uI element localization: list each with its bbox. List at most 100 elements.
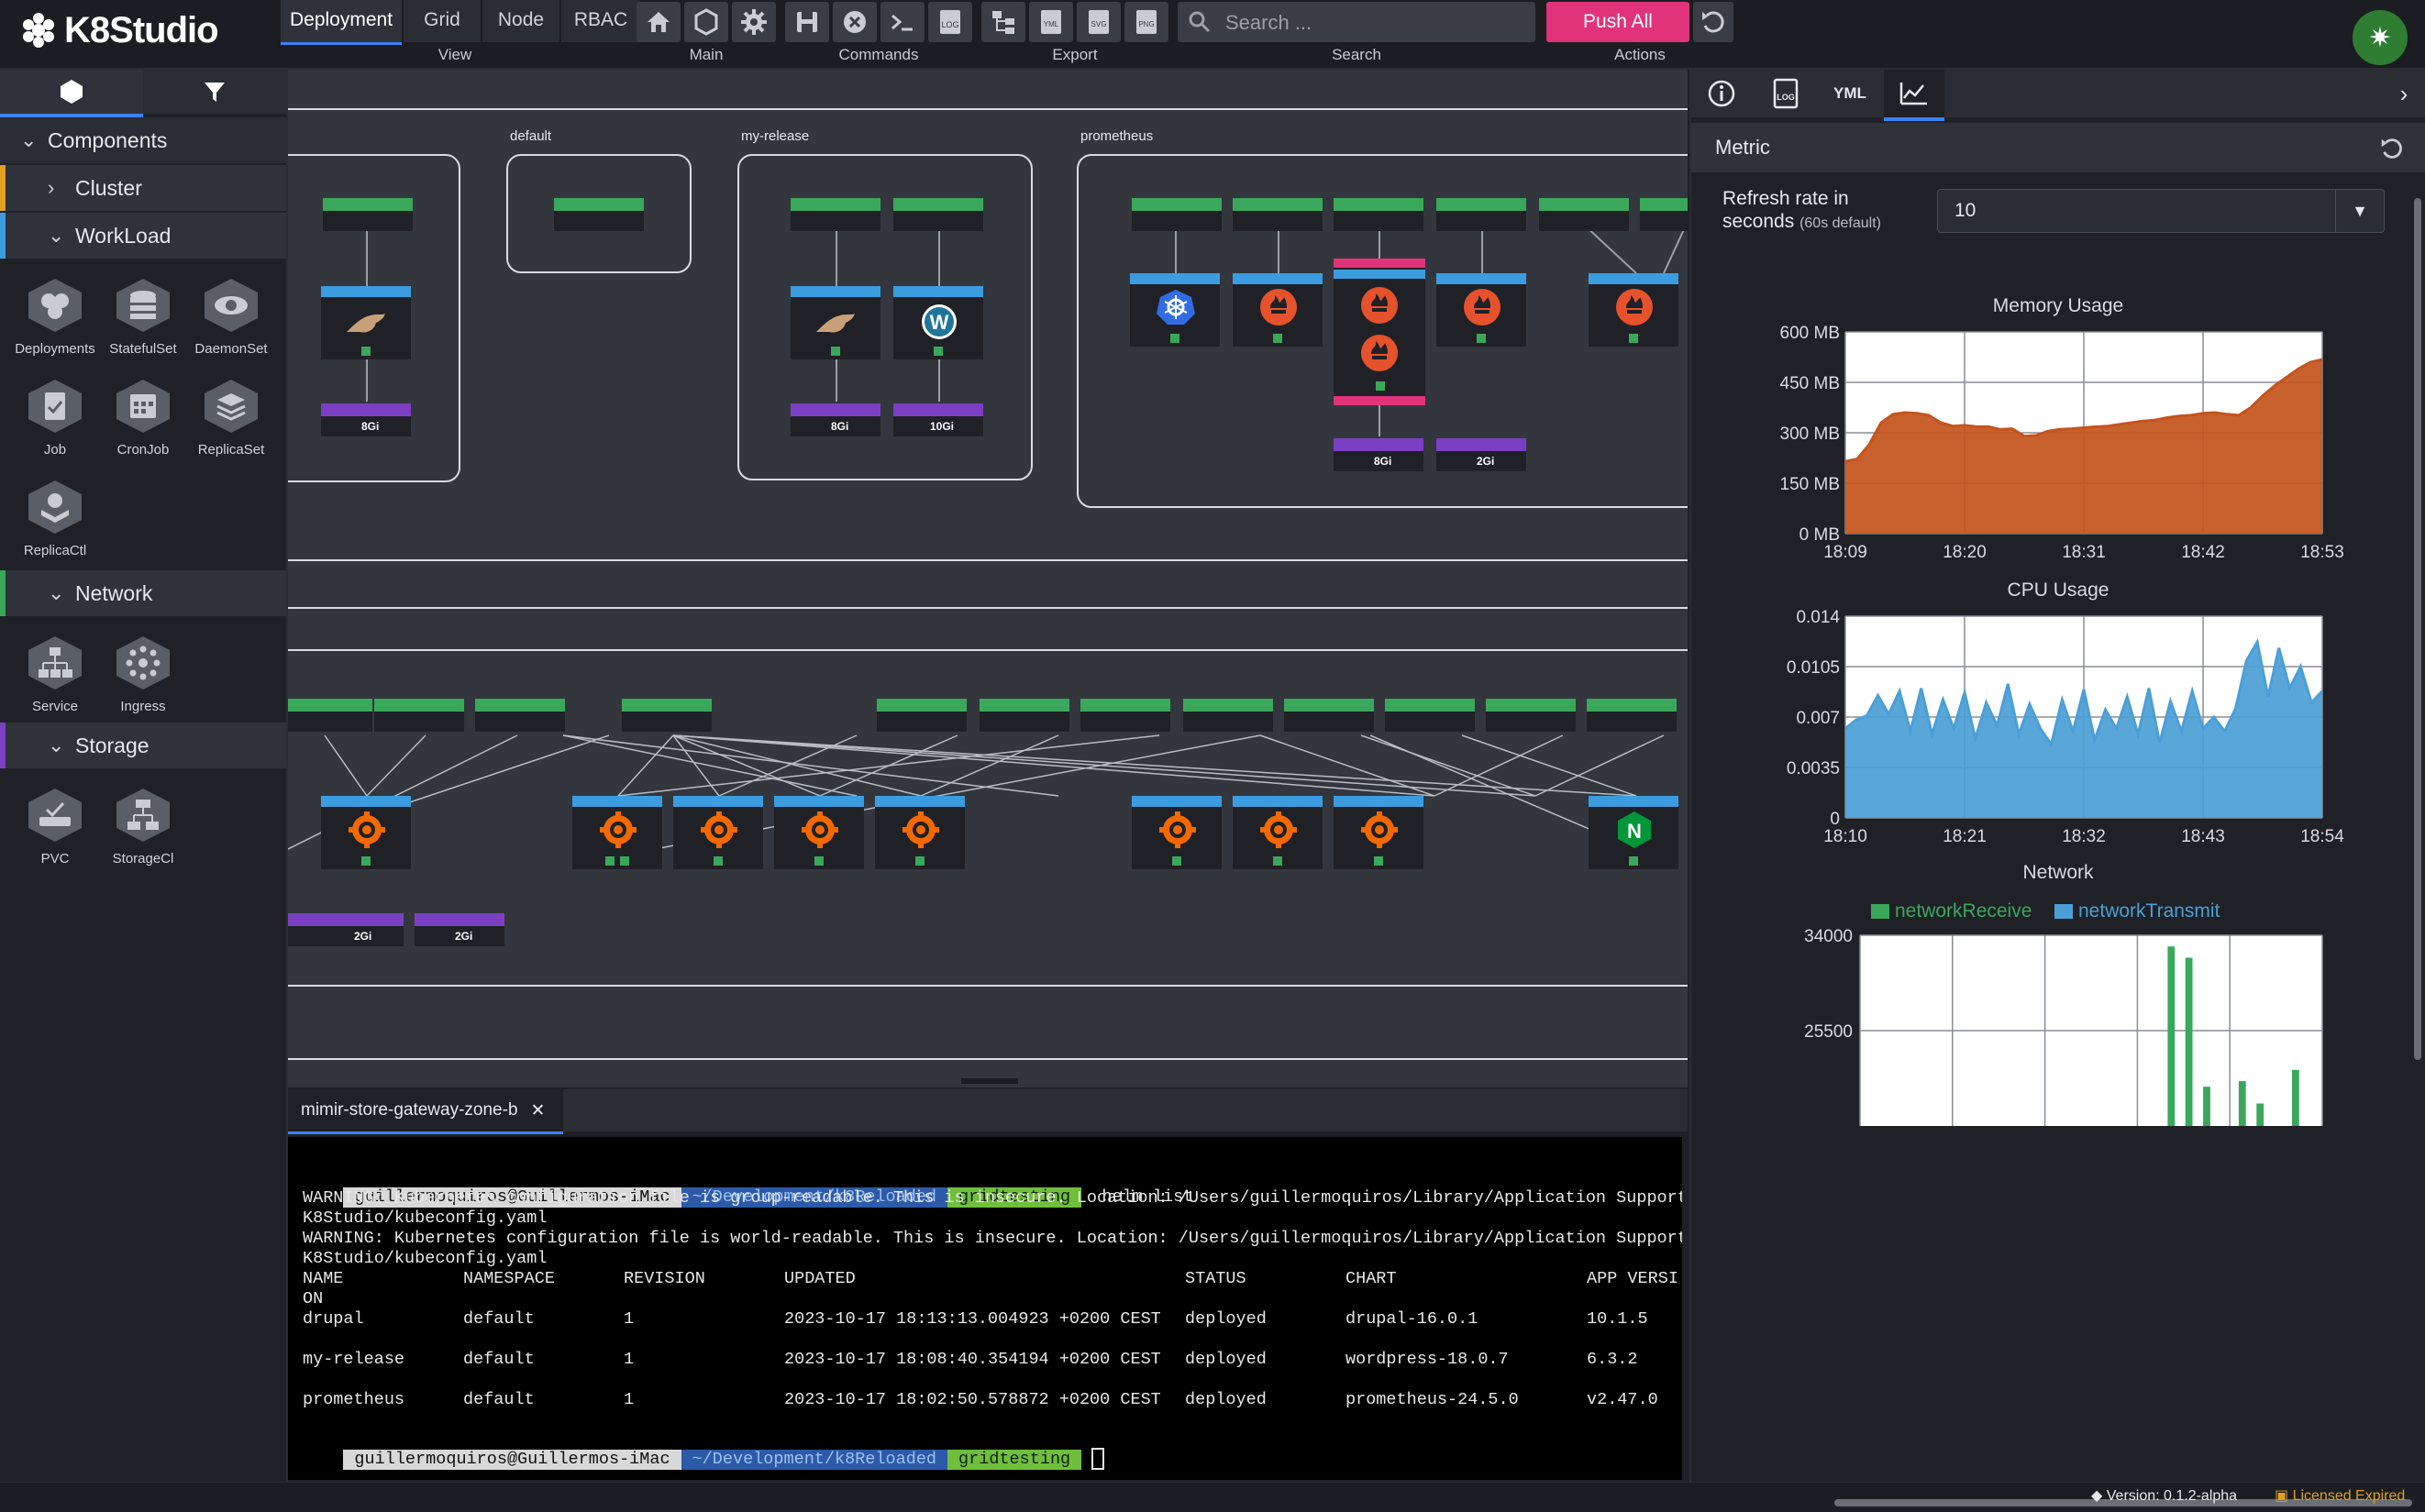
tab-metric[interactable] xyxy=(1884,70,1944,121)
tab-info[interactable] xyxy=(1691,70,1752,117)
sidebar-section-workload[interactable]: ⌄ WorkLoad xyxy=(0,213,286,259)
pod-grafana[interactable] xyxy=(875,796,965,869)
service-node[interactable] xyxy=(1539,198,1629,231)
pvc-node[interactable]: 10Gi xyxy=(893,403,983,436)
component-replicactl[interactable]: ReplicaCtl xyxy=(11,479,99,558)
component-job[interactable]: Job xyxy=(11,378,99,458)
component-deployments[interactable]: Deployments xyxy=(11,277,99,357)
sidebar-section-components[interactable]: ⌄ Components xyxy=(0,117,286,163)
export-tree-button[interactable] xyxy=(981,2,1025,42)
pod-pushgateway[interactable] xyxy=(1589,273,1678,347)
pod-drupal[interactable] xyxy=(321,286,411,359)
component-replicaset[interactable]: ReplicaSet xyxy=(187,378,275,458)
pod-alertmanager[interactable] xyxy=(1436,273,1526,347)
component-cronjob[interactable]: CronJob xyxy=(99,378,187,458)
right-panel-scrollbar[interactable] xyxy=(2414,198,2421,1060)
service-node[interactable] xyxy=(1080,699,1170,732)
service-node[interactable] xyxy=(1640,198,1688,231)
sidebar-section-cluster[interactable]: › Cluster xyxy=(0,165,286,211)
push-all-button[interactable]: Push All xyxy=(1546,2,1689,42)
settings-button[interactable] xyxy=(732,2,776,42)
pvc-node[interactable]: 8Gi xyxy=(791,403,880,436)
sidebar-tab-filter[interactable] xyxy=(143,70,286,114)
export-png-button[interactable]: PNG xyxy=(1124,2,1168,42)
service-node[interactable] xyxy=(1587,699,1677,732)
pod-grafana[interactable] xyxy=(673,796,763,869)
component-statefulset[interactable]: StatefulSet xyxy=(99,277,187,357)
service-node[interactable] xyxy=(1385,699,1475,732)
service-node[interactable] xyxy=(1132,198,1222,231)
pod-grafana[interactable] xyxy=(1334,796,1423,869)
component-pvc[interactable]: PVC xyxy=(11,787,99,866)
service-node[interactable] xyxy=(1284,699,1374,732)
pod-grafana[interactable] xyxy=(774,796,864,869)
close-icon[interactable]: ✕ xyxy=(531,1100,546,1121)
tab-grid[interactable]: Grid xyxy=(404,0,481,42)
terminal-tab[interactable]: mimir-store-gateway-zone-b ✕ xyxy=(288,1089,563,1134)
pod-prometheus-exporter[interactable] xyxy=(1233,273,1323,347)
service-node[interactable] xyxy=(475,699,565,732)
pvc-node[interactable]: 8Gi xyxy=(1334,438,1423,471)
tab-yml[interactable]: YML xyxy=(1820,70,1880,117)
log-button[interactable]: LOG xyxy=(928,2,972,42)
service-node[interactable] xyxy=(1233,198,1323,231)
tab-deployment[interactable]: Deployment xyxy=(281,0,402,45)
service-node[interactable] xyxy=(877,699,967,732)
pod-grafana[interactable] xyxy=(321,796,411,869)
pod-prometheus-server[interactable] xyxy=(1334,259,1425,405)
pod-nginx[interactable]: N xyxy=(1589,796,1678,869)
component-service[interactable]: Service xyxy=(11,635,99,714)
svg-text:YML: YML xyxy=(1044,20,1059,28)
pod-grafana[interactable] xyxy=(1233,796,1323,869)
service-node[interactable] xyxy=(980,699,1069,732)
component-ingress[interactable]: Ingress xyxy=(99,635,187,714)
home-button[interactable] xyxy=(637,2,681,42)
save-button[interactable] xyxy=(785,2,829,42)
pvc-node[interactable]: 8Gi xyxy=(321,403,411,436)
sidebar-tab-components[interactable] xyxy=(0,70,143,117)
tab-rbac[interactable]: RBAC xyxy=(561,0,640,42)
namespace-button[interactable] xyxy=(684,2,728,42)
terminal-cursor[interactable] xyxy=(1091,1448,1105,1470)
sidebar-section-network[interactable]: ⌄ Network xyxy=(0,570,286,616)
pvc-node[interactable]: 2Gi xyxy=(314,913,404,946)
pvc-node[interactable]: 2Gi xyxy=(415,913,504,946)
pvc-node[interactable]: 2Gi xyxy=(1436,438,1526,471)
pod-kube-state-metrics[interactable] xyxy=(1130,273,1220,347)
service-node[interactable] xyxy=(791,198,880,231)
pod-grafana[interactable] xyxy=(1132,796,1222,869)
service-node[interactable] xyxy=(554,198,644,231)
service-node[interactable] xyxy=(374,699,464,732)
pvc-node[interactable] xyxy=(288,913,316,946)
canvas-resize-handle[interactable] xyxy=(961,1078,1018,1084)
component-daemonset[interactable]: DaemonSet xyxy=(187,277,275,357)
component-storageclass[interactable]: StorageCl xyxy=(99,787,187,866)
service-node[interactable] xyxy=(622,699,712,732)
sidebar-section-storage[interactable]: ⌄ Storage xyxy=(0,723,286,768)
service-node[interactable] xyxy=(1334,198,1423,231)
service-node[interactable] xyxy=(288,699,372,732)
tab-node[interactable]: Node xyxy=(482,0,559,42)
terminal-button[interactable] xyxy=(880,2,925,42)
terminal-output[interactable]: guillermoquiros@Guillermos-iMac ~/Develop… xyxy=(288,1137,1682,1480)
service-node[interactable] xyxy=(893,198,983,231)
metric-refresh-button[interactable] xyxy=(2372,132,2412,165)
export-yml-button[interactable]: YML xyxy=(1029,2,1073,42)
service-node[interactable] xyxy=(323,198,413,231)
tab-log[interactable]: LOG xyxy=(1755,70,1816,117)
export-svg-button[interactable]: SVG xyxy=(1077,2,1121,42)
service-node[interactable] xyxy=(1183,699,1273,732)
service-node[interactable] xyxy=(1486,699,1576,732)
refresh-rate-select[interactable]: 10 ▼ xyxy=(1937,189,2385,233)
pod-wordpress[interactable]: W xyxy=(893,286,983,359)
pod-grafana[interactable] xyxy=(572,796,662,869)
topology-canvas[interactable]: default my-release prometheus W 8Gi 8Gi … xyxy=(288,70,1688,1087)
undo-button[interactable] xyxy=(1693,2,1733,42)
service-node[interactable] xyxy=(1436,198,1526,231)
user-avatar[interactable]: ✷ xyxy=(2350,7,2410,68)
search-input[interactable] xyxy=(1224,7,1521,39)
pod-mariadb[interactable] xyxy=(791,286,880,359)
collapse-panel-button[interactable]: › xyxy=(2381,70,2425,117)
cancel-button[interactable] xyxy=(833,2,877,42)
terminal-line: WARNING: Kubernetes configuration file i… xyxy=(303,1229,1682,1248)
